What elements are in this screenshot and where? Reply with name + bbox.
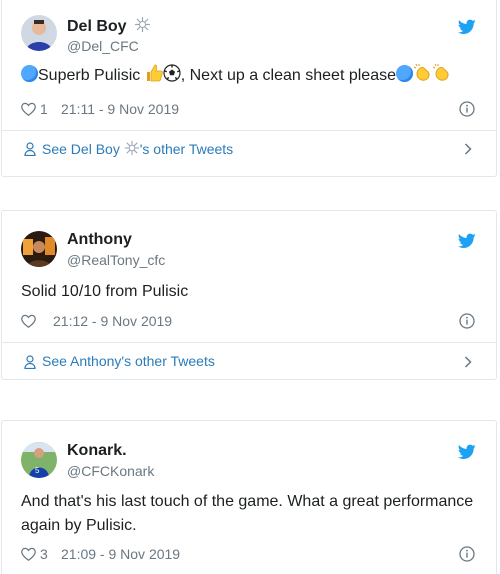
clapping-hands-emoji <box>413 63 432 90</box>
tweet-meta: 3 21:09 - 9 Nov 2019 <box>21 545 476 565</box>
timestamp[interactable]: 21:12 - 9 Nov 2019 <box>53 313 172 329</box>
author-name[interactable]: Anthony <box>67 231 132 249</box>
sparkle-emoji <box>134 16 151 38</box>
twitter-bird-icon[interactable] <box>458 19 476 35</box>
clapping-hands-emoji <box>432 63 451 90</box>
avatar[interactable]: 5 <box>21 442 57 478</box>
author-handle[interactable]: @CFCKonark <box>67 463 154 479</box>
author-handle[interactable]: @RealTony_cfc <box>67 252 165 268</box>
like-count[interactable]: 3 <box>40 546 48 562</box>
tweet-text: Solid 10/10 from Pulisic <box>21 283 189 300</box>
tweet-text: And that's his last touch of the game. W… <box>21 493 474 534</box>
chevron-right-icon <box>464 143 472 155</box>
tweet-meta: 1 21:11 - 9 Nov 2019 <box>21 100 476 120</box>
heart-icon[interactable] <box>21 314 36 328</box>
tweet-card-del-boy: Del Boy @Del_CFC Superb Pulisic , Next u… <box>1 0 497 177</box>
blue-circle-emoji <box>21 65 38 82</box>
tweet-meta: 21:12 - 9 Nov 2019 <box>21 312 476 332</box>
tweet-card-anthony: Anthony @RealTony_cfc Solid 10/10 from P… <box>1 210 497 380</box>
divider <box>2 342 496 343</box>
author-name[interactable]: Del Boy <box>67 16 151 38</box>
info-icon[interactable] <box>459 546 475 562</box>
info-icon[interactable] <box>459 313 475 329</box>
person-icon <box>24 142 36 156</box>
see-other-tweets-link[interactable]: See Del Boy 's other Tweets <box>24 139 476 159</box>
divider <box>2 130 496 131</box>
tweet-text: Superb Pulisic , Next up a clean sheet p… <box>21 63 476 90</box>
person-icon <box>24 355 36 369</box>
soccer-ball-emoji <box>163 64 181 90</box>
sparkle-emoji <box>124 140 140 159</box>
heart-icon[interactable] <box>21 547 36 561</box>
twitter-bird-icon[interactable] <box>458 233 476 249</box>
timestamp[interactable]: 21:09 - 9 Nov 2019 <box>61 546 180 562</box>
timestamp[interactable]: 21:11 - 9 Nov 2019 <box>61 101 179 117</box>
twitter-bird-icon[interactable] <box>458 444 476 460</box>
blue-circle-emoji <box>395 65 413 82</box>
author-handle[interactable]: @Del_CFC <box>67 38 139 54</box>
chevron-right-icon <box>464 356 472 368</box>
svg-text:5: 5 <box>35 466 40 475</box>
author-name[interactable]: Konark. <box>67 442 127 460</box>
like-count[interactable]: 1 <box>40 101 48 117</box>
see-other-tweets-link[interactable]: See Anthony's other Tweets <box>24 352 476 372</box>
tweet-card-konark: 5 Konark. @CFCKonark And that's his last… <box>1 420 497 574</box>
avatar[interactable] <box>21 15 57 51</box>
thumbs-up-emoji <box>145 64 163 90</box>
heart-icon[interactable] <box>21 102 36 116</box>
info-icon[interactable] <box>459 101 475 117</box>
avatar[interactable] <box>21 231 57 267</box>
